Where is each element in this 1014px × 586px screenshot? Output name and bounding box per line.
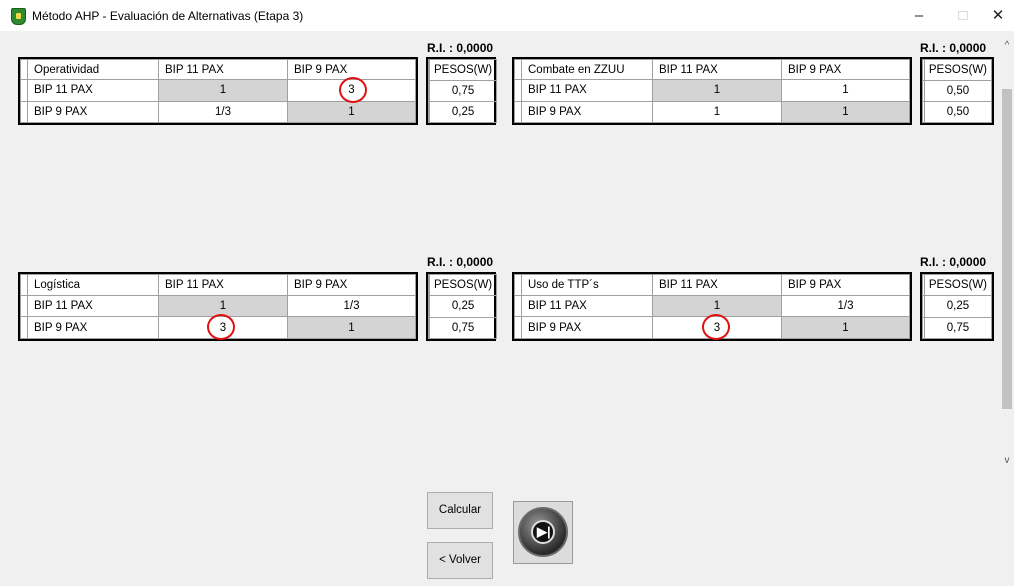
ri-uso-ttp: R.I. : 0,0000 (920, 255, 987, 269)
row-header-stub (514, 274, 522, 296)
scroll-thumb[interactable] (1002, 89, 1012, 409)
matrix-operatividad[interactable]: Operatividad BIP 11 PAX BIP 9 PAX BIP 11… (18, 57, 418, 125)
row-header-stub (514, 58, 522, 81)
weight-cell[interactable]: 0,75 (428, 316, 498, 340)
matrix-cell[interactable]: 1/3 (781, 294, 910, 318)
matrix-cell[interactable]: 1 (287, 316, 416, 339)
row-label: BIP 9 PAX (27, 100, 159, 124)
next-button[interactable]: ▶| (513, 501, 573, 564)
weight-cell[interactable]: 0,50 (923, 101, 993, 123)
weight-cell[interactable]: 0,75 (428, 80, 498, 102)
matrix-cell[interactable]: 1 (287, 100, 416, 124)
row-header-stub (514, 100, 522, 124)
close-button[interactable]: ✕ (982, 0, 1014, 31)
matrix-cell[interactable]: 3 (287, 79, 416, 102)
row-label: BIP 9 PAX (521, 100, 653, 124)
row-header-stub (514, 294, 522, 318)
row-label: BIP 9 PAX (521, 316, 653, 339)
column-header: BIP 11 PAX (158, 58, 288, 81)
matrix-cell[interactable]: 1 (158, 79, 288, 102)
weights-logistica[interactable]: PESOS(W) 0,25 0,75 (426, 272, 498, 341)
row-label: BIP 11 PAX (27, 294, 159, 318)
matrix-cell[interactable]: 3 (652, 316, 782, 339)
column-header: BIP 11 PAX (652, 58, 782, 81)
matrix-corner-label: Operatividad (27, 58, 159, 81)
weights-operatividad[interactable]: PESOS(W) 0,75 0,25 (426, 57, 498, 125)
column-header: BIP 11 PAX (652, 274, 782, 296)
ri-combate: R.I. : 0,0000 (920, 41, 987, 55)
play-bar-glyph: ▶| (537, 524, 551, 539)
weights-uso-ttp[interactable]: PESOS(W) 0,25 0,75 (920, 272, 994, 341)
scroll-up-icon[interactable]: ^ (1002, 40, 1012, 52)
weights-combate[interactable]: PESOS(W) 0,50 0,50 (920, 57, 994, 125)
row-header-stub (20, 100, 28, 124)
matrix-corner-label: Combate en ZZUU (521, 58, 653, 81)
ri-logistica: R.I. : 0,0000 (427, 255, 494, 269)
column-header: BIP 9 PAX (287, 274, 416, 296)
window-title: Método AHP - Evaluación de Alternativas … (32, 9, 304, 23)
row-header-stub (20, 79, 28, 102)
matrix-cell[interactable]: 1 (158, 294, 288, 318)
row-label: BIP 9 PAX (27, 316, 159, 339)
column-header: BIP 9 PAX (781, 58, 910, 81)
column-header: BIP 11 PAX (158, 274, 288, 296)
minimize-button[interactable]: – (899, 0, 939, 31)
calcular-button[interactable]: Calcular (427, 492, 493, 529)
column-header: BIP 9 PAX (287, 58, 416, 81)
ri-operatividad: R.I. : 0,0000 (427, 41, 494, 55)
weight-cell[interactable]: 0,50 (923, 80, 993, 102)
weight-cell[interactable]: 0,75 (923, 316, 993, 340)
matrix-corner-label: Uso de TTP´s (521, 274, 653, 296)
matrix-uso-ttp[interactable]: Uso de TTP´s BIP 11 PAX BIP 9 PAX BIP 11… (512, 272, 912, 341)
matrix-logistica[interactable]: Logística BIP 11 PAX BIP 9 PAX BIP 11 PA… (18, 272, 418, 341)
weight-cell[interactable]: 0,25 (923, 295, 993, 318)
row-label: BIP 11 PAX (521, 294, 653, 318)
row-header-stub (20, 274, 28, 296)
matrix-cell[interactable]: 1 (781, 316, 910, 339)
matrix-cell[interactable]: 3 (158, 316, 288, 339)
skip-next-icon-core: ▶| (531, 520, 555, 544)
maximize-button[interactable]: □ (943, 0, 983, 31)
weight-cell[interactable]: 0,25 (428, 295, 498, 318)
skip-next-icon: ▶| (518, 507, 568, 557)
row-header-stub (20, 294, 28, 318)
matrix-cell[interactable]: 1 (652, 100, 782, 124)
matrix-combate[interactable]: Combate en ZZUU BIP 11 PAX BIP 9 PAX BIP… (512, 57, 912, 125)
weights-header: PESOS(W) (923, 273, 993, 297)
weight-cell[interactable]: 0,25 (428, 101, 498, 123)
row-label: BIP 11 PAX (27, 79, 159, 102)
row-header-stub (514, 79, 522, 102)
title-bar: Método AHP - Evaluación de Alternativas … (0, 0, 1014, 31)
vertical-scrollbar[interactable]: ^ v (1000, 31, 1014, 586)
app-shield-icon (11, 8, 26, 25)
matrix-cell[interactable]: 1/3 (158, 100, 288, 124)
row-label: BIP 11 PAX (521, 79, 653, 102)
scroll-down-icon[interactable]: v (1002, 455, 1012, 467)
volver-button[interactable]: < Volver (427, 542, 493, 579)
matrix-cell[interactable]: 1 (781, 79, 910, 102)
weights-header: PESOS(W) (428, 59, 498, 81)
column-header: BIP 9 PAX (781, 274, 910, 296)
row-header-stub (20, 58, 28, 81)
matrix-cell[interactable]: 1/3 (287, 294, 416, 318)
weights-header: PESOS(W) (923, 59, 993, 81)
weights-header: PESOS(W) (428, 273, 498, 297)
row-header-stub (514, 316, 522, 339)
matrix-cell[interactable]: 1 (652, 79, 782, 102)
matrix-cell[interactable]: 1 (652, 294, 782, 318)
matrix-corner-label: Logística (27, 274, 159, 296)
row-header-stub (20, 316, 28, 339)
matrix-cell[interactable]: 1 (781, 100, 910, 124)
